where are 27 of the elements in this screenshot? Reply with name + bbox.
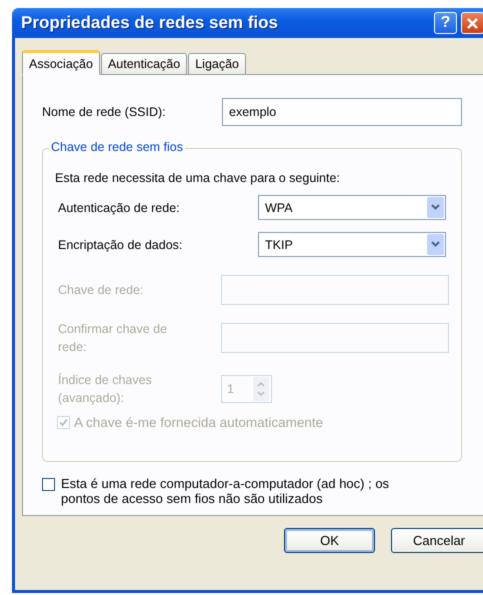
field-label: Confirmar chave de rede: [58,321,168,356]
checkbox-label: A chave é-me fornecida automaticamente [74,415,324,430]
tab[interactable]: Ligação [188,53,246,75]
dropdown[interactable]: TKIP [258,232,446,257]
field-label: Autenticação de rede: [58,200,181,216]
checkbox[interactable] [42,478,55,491]
field-label: Índice de chaves (avançado): [58,372,153,407]
dialog-button[interactable]: Cancelar [391,528,483,553]
field-label: Chave de rede: [58,282,144,299]
help-button[interactable]: ? [434,12,457,34]
group-legend: Chave de rede sem fios [49,140,186,154]
close-button[interactable] [461,12,483,34]
checkbox-label: Esta é uma rede computador-a-computador (ad hoc) ; os pontos de acesso sem fios não são utilizados [61,476,390,506]
ssid-label: Nome de rede (SSID): [42,104,167,121]
dropdown[interactable]: WPA [258,195,446,220]
caret-icon [427,197,444,218]
dialog-button[interactable]: OK [284,528,375,553]
window-title: Propriedades de redes sem fios [21,13,279,33]
close-icon [466,16,479,30]
caret-icon [427,234,444,255]
check-icon [59,418,68,427]
tab[interactable]: Associação [22,50,100,75]
ssid-field[interactable]: exemplo [222,98,462,126]
field-label: Encriptação de dados: [58,236,184,254]
spinner-arrows-icon [253,377,269,401]
intro-text: Esta rede necessita de uma chave para o seguinte: [55,171,341,185]
tab[interactable]: Autenticação [100,53,188,75]
